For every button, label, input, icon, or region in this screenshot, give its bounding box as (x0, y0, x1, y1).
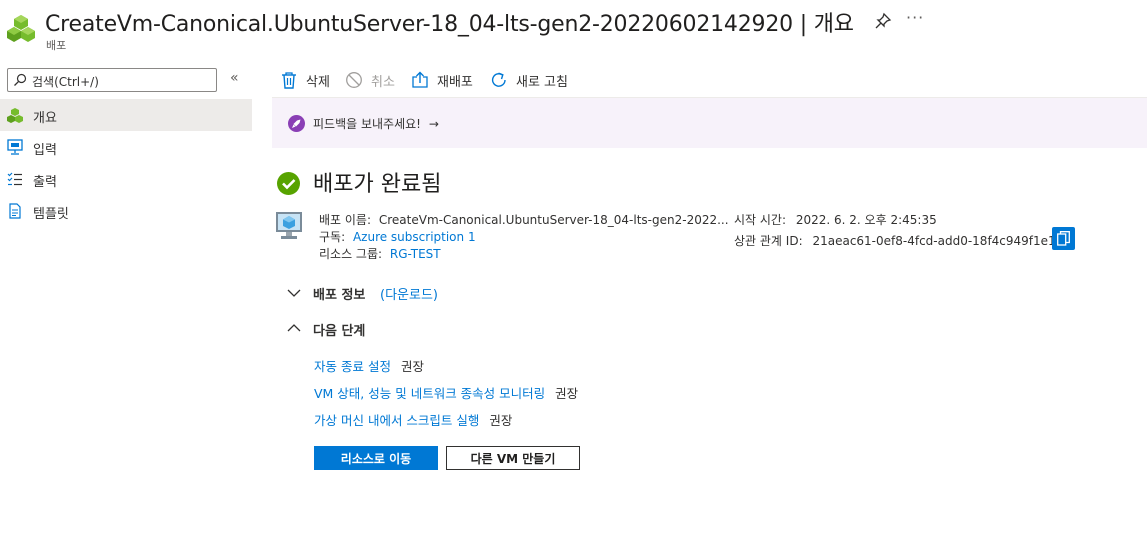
refresh-icon (491, 72, 506, 87)
refresh-label: 새로 고침 (516, 74, 568, 90)
delete-label: 삭제 (306, 74, 330, 90)
subscription-row: 구독: Azure subscription 1 (319, 228, 476, 245)
success-check-icon (277, 172, 300, 195)
copy-icon (1057, 231, 1070, 246)
search-input[interactable]: 검색(Ctrl+/) (7, 68, 217, 92)
redeploy-label: 재배포 (437, 74, 473, 90)
start-time-row: 시작 시간: 2022. 6. 2. 오후 2:45:35 (734, 211, 937, 228)
sidebar-item-label: 템플릿 (33, 207, 69, 222)
correlation-id-row: 상관 관계 ID: 21aeac61-0ef8-4fcd-add0-18f4c9… (734, 232, 1056, 249)
chevron-down-icon[interactable] (287, 288, 301, 298)
subscription-key: 구독: (319, 230, 346, 244)
copy-button[interactable] (1052, 227, 1075, 250)
more-options-icon[interactable]: ··· (906, 8, 924, 27)
recommended-tag: 권장 (400, 359, 424, 374)
upload-icon (412, 71, 428, 88)
next-step-item: 자동 종료 설정 권장 (314, 356, 424, 375)
run-script-link[interactable]: 가상 머신 내에서 스크립트 실행 (314, 413, 479, 428)
resource-group-row: 리소스 그룹: RG-TEST (319, 245, 441, 262)
rocket-icon (288, 115, 305, 132)
feedback-text: 피드백을 보내주세요! (313, 117, 421, 131)
create-another-vm-button[interactable]: 다른 VM 만들기 (446, 446, 580, 470)
monitor-vm-link[interactable]: VM 상태, 성능 및 네트워크 종속성 모니터링 (314, 386, 545, 401)
next-step-item: 가상 머신 내에서 스크립트 실행 권장 (314, 410, 512, 429)
sidebar-item-inputs[interactable]: 입력 (0, 131, 252, 163)
trash-icon (282, 72, 296, 89)
recommended-tag: 권장 (489, 413, 513, 428)
sidebar-item-outputs[interactable]: 출력 (0, 163, 252, 195)
subscription-link[interactable]: Azure subscription 1 (353, 230, 476, 244)
cancel-label: 취소 (371, 74, 395, 90)
sidebar-item-label: 출력 (33, 175, 57, 190)
page-title: CreateVm-Canonical.UbuntuServer-18_04-lt… (45, 12, 854, 37)
sidebar-item-template[interactable]: 템플릿 (0, 195, 252, 227)
feedback-banner[interactable]: 피드백을 보내주세요! → (272, 98, 1147, 148)
sidebar-item-label: 입력 (33, 143, 57, 158)
chevron-up-icon[interactable] (287, 323, 301, 333)
delete-button[interactable]: 삭제 (280, 68, 330, 92)
deployment-name-value: CreateVm-Canonical.UbuntuServer-18_04-lt… (378, 213, 729, 227)
auto-shutdown-link[interactable]: 자동 종료 설정 (314, 359, 391, 374)
pin-icon[interactable] (874, 12, 892, 30)
recommended-tag: 권장 (555, 386, 579, 401)
deployment-icon (7, 108, 23, 123)
sidebar-item-label: 개요 (33, 111, 57, 126)
search-icon (14, 73, 27, 86)
go-to-resource-button[interactable]: 리소스로 이동 (314, 446, 438, 470)
cancel-button[interactable]: 취소 (345, 68, 395, 92)
template-icon (9, 203, 21, 219)
status-title: 배포가 완료됨 (313, 172, 442, 197)
next-steps-heading[interactable]: 다음 단계 (313, 320, 365, 339)
input-icon (7, 139, 23, 155)
feedback-link[interactable]: 피드백을 보내주세요! → (313, 115, 439, 132)
search-placeholder: 검색(Ctrl+/) (32, 75, 99, 89)
download-link[interactable]: (다운로드) (380, 284, 438, 303)
collapse-sidebar-icon[interactable]: « (230, 70, 239, 86)
refresh-button[interactable]: 새로 고침 (490, 68, 568, 92)
deployment-name-key: 배포 이름: (319, 213, 372, 227)
deployment-info-heading[interactable]: 배포 정보 (313, 284, 365, 303)
start-time-value: 2022. 6. 2. 오후 2:45:35 (795, 213, 937, 227)
resource-group-key: 리소스 그룹: (319, 247, 383, 261)
correlation-id-value: 21aeac61-0ef8-4fcd-add0-18f4c949f1e1 (812, 234, 1056, 248)
arrow-right-icon: → (428, 117, 439, 131)
start-time-key: 시작 시간: (734, 213, 787, 227)
cancel-icon (346, 72, 362, 88)
redeploy-button[interactable]: 재배포 (411, 68, 473, 92)
page-header: CreateVm-Canonical.UbuntuServer-18_04-lt… (0, 0, 1147, 60)
next-step-item: VM 상태, 성능 및 네트워크 종속성 모니터링 권장 (314, 383, 578, 402)
deployment-name-row: 배포 이름: CreateVm-Canonical.UbuntuServer-1… (319, 211, 729, 228)
correlation-id-key: 상관 관계 ID: (734, 234, 803, 248)
page-subtitle: 배포 (46, 39, 67, 52)
resource-group-link[interactable]: RG-TEST (390, 247, 441, 261)
output-icon (7, 172, 22, 186)
sidebar: 검색(Ctrl+/) « 개요 입력 출력 템플릿 (0, 60, 252, 537)
virtual-machine-icon (276, 212, 302, 239)
command-bar: 삭제 취소 재배포 새로 고침 (272, 66, 1147, 94)
resource-group-icon (7, 15, 35, 42)
sidebar-item-overview[interactable]: 개요 (0, 99, 252, 131)
